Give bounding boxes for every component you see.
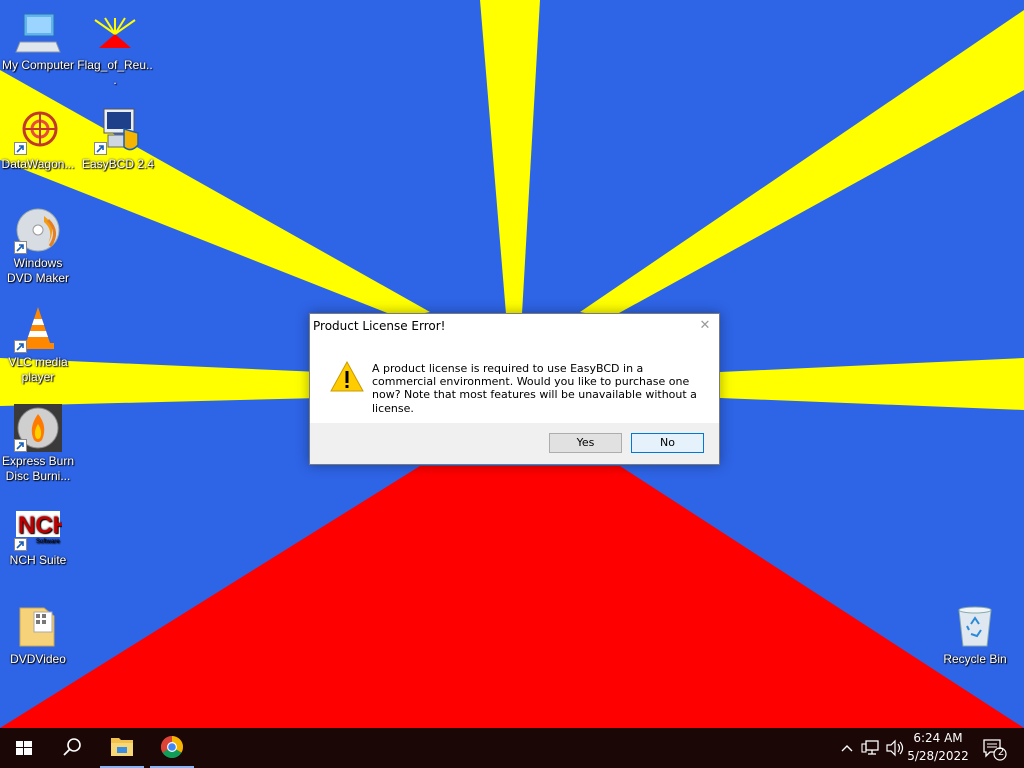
shortcut-arrow-icon	[94, 142, 107, 155]
clock-date[interactable]: 5/28/2022	[906, 749, 970, 763]
yes-button[interactable]: Yes	[549, 433, 622, 453]
desktop-icon-dvdvideo[interactable]: DVDVideo	[0, 602, 76, 667]
recycle-bin-icon	[951, 602, 999, 650]
vlc-cone-icon	[14, 305, 62, 353]
flag-image-icon	[91, 8, 139, 56]
dialog-title: Product License Error!	[313, 319, 446, 333]
desktop-icon-recycle-bin[interactable]: Recycle Bin	[937, 602, 1013, 667]
shortcut-arrow-icon	[14, 142, 27, 155]
close-icon[interactable]: ✕	[697, 318, 713, 334]
license-error-dialog: Product License Error! ✕ A product licen…	[309, 313, 720, 465]
computer-icon	[14, 8, 62, 56]
dialog-titlebar[interactable]: Product License Error! ✕	[310, 314, 719, 340]
chevron-up-icon[interactable]	[838, 728, 856, 768]
shortcut-arrow-icon	[14, 241, 27, 254]
folder-icon	[14, 602, 62, 650]
datawagon-icon	[14, 107, 62, 155]
desktop-icon-datawagon[interactable]: DataWagon...	[0, 107, 76, 172]
desktop-icon-flag[interactable]: Flag_of_Reu...	[77, 8, 153, 88]
svg-text:Software: Software	[36, 539, 60, 545]
network-icon[interactable]	[860, 728, 882, 768]
express-burn-icon	[14, 404, 62, 452]
notification-count: 2	[997, 747, 1005, 758]
chrome-icon[interactable]	[150, 728, 194, 768]
desktop-icon-easybcd[interactable]: EasyBCD 2.4	[80, 107, 156, 172]
notification-center-icon[interactable]: 2	[980, 728, 1010, 768]
easybcd-icon	[94, 107, 142, 155]
dialog-button-bar: Yes No	[310, 423, 719, 464]
desktop-icon-windows-dvd-maker[interactable]: Windows DVD Maker	[0, 206, 76, 286]
shortcut-arrow-icon	[14, 538, 27, 551]
search-icon[interactable]	[48, 728, 96, 768]
svg-text:NCH: NCH	[18, 512, 62, 539]
desktop-icon-express-burn[interactable]: Express Burn Disc Burni...	[0, 404, 76, 484]
volume-icon[interactable]	[884, 728, 906, 768]
dialog-message: A product license is required to use Eas…	[372, 362, 697, 415]
windows-start-icon[interactable]	[0, 728, 48, 768]
dvd-maker-icon	[14, 206, 62, 254]
file-explorer-icon[interactable]	[100, 728, 144, 768]
nch-logo-icon: NCH Software	[14, 503, 62, 551]
taskbar: 6:24 AM 5/28/2022 2	[0, 728, 1024, 768]
shortcut-arrow-icon	[14, 340, 27, 353]
desktop-icon-nch-suite[interactable]: NCH Software NCH Suite	[0, 503, 76, 568]
shortcut-arrow-icon	[14, 439, 27, 452]
no-button[interactable]: No	[631, 433, 704, 453]
warning-icon	[330, 361, 364, 392]
clock-time[interactable]: 6:24 AM	[906, 731, 970, 745]
desktop-icon-vlc[interactable]: VLC media player	[0, 305, 76, 385]
desktop-icon-my-computer[interactable]: My Computer	[0, 8, 76, 73]
